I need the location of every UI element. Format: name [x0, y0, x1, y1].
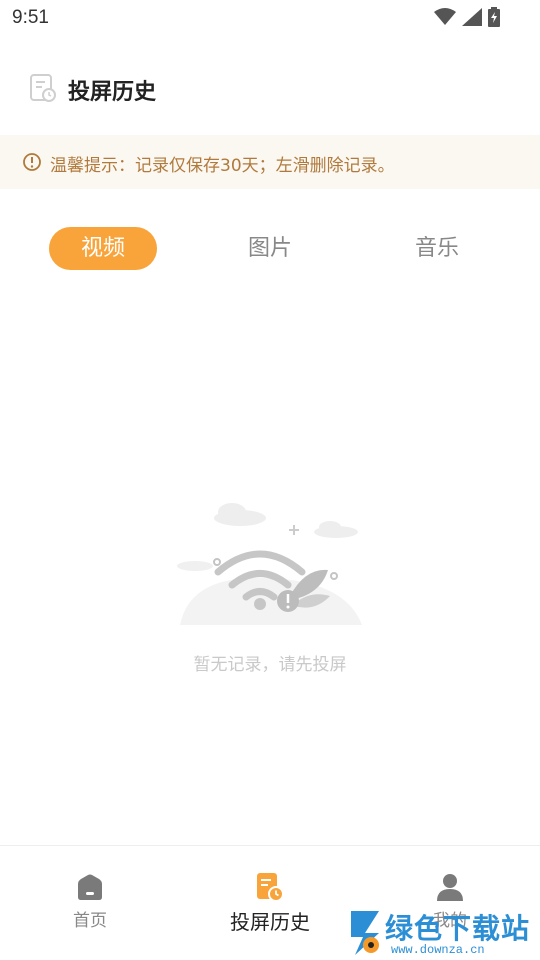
nav-label-history: 投屏历史: [230, 910, 310, 934]
history-icon: [257, 873, 284, 902]
tab-image[interactable]: 图片: [216, 227, 324, 270]
status-time: 9:51: [12, 7, 49, 28]
status-icons: [434, 7, 500, 27]
page-header: 投屏历史: [0, 60, 540, 118]
nav-item-home[interactable]: 首页: [30, 872, 150, 931]
signal-icon: [462, 8, 482, 26]
battery-icon: [488, 7, 500, 27]
media-tabs: 视频 图片 音乐: [0, 227, 540, 271]
user-icon: [437, 874, 463, 901]
history-doc-icon: [30, 74, 56, 102]
watermark-url: www.downza.cn: [391, 943, 485, 957]
tab-video[interactable]: 视频: [49, 227, 157, 270]
page-title: 投屏历史: [68, 80, 157, 105]
nav-label-home: 首页: [73, 911, 107, 931]
notice-text: 温馨提示：记录仅保存30天；左滑删除记录。: [50, 156, 395, 176]
watermark-logo-icon: [351, 911, 379, 955]
watermark-text: 绿色下载站: [385, 913, 531, 944]
info-icon: [23, 153, 41, 171]
home-icon: [78, 874, 102, 900]
empty-state-text: 暂无记录，请先投屏: [193, 655, 347, 675]
notice-banner: 温馨提示：记录仅保存30天；左滑删除记录。: [0, 135, 540, 189]
nav-item-history[interactable]: 投屏历史: [210, 872, 330, 935]
status-bar: 9:51: [0, 0, 540, 36]
tab-music[interactable]: 音乐: [383, 227, 491, 270]
wifi-icon: [434, 8, 456, 25]
watermark: 绿色下载站 www.downza.cn: [345, 905, 540, 960]
